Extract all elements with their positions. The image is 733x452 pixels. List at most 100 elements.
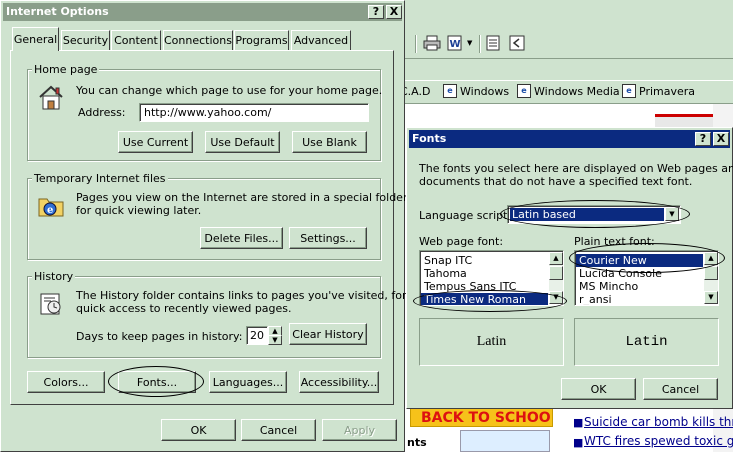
ie-page-icon: e xyxy=(622,84,636,98)
link-windows[interactable]: e Windows xyxy=(443,82,509,100)
messenger-icon[interactable] xyxy=(509,34,525,52)
list-item[interactable]: Lucida Console xyxy=(576,267,703,280)
ok-button[interactable]: OK xyxy=(161,419,236,441)
title-bar[interactable]: Internet Options ? X xyxy=(3,3,402,21)
cancel-button[interactable]: Cancel xyxy=(241,419,316,441)
close-button[interactable]: X xyxy=(386,5,402,19)
fonts-title-bar[interactable]: Fonts ? X xyxy=(409,130,730,148)
plain-preview-text: Latin xyxy=(625,334,668,350)
temp-files-line1: Pages you view on the Internet are store… xyxy=(76,191,408,204)
history-icon xyxy=(40,293,61,315)
chevron-up-icon[interactable]: ▲ xyxy=(549,252,563,265)
use-blank-button[interactable]: Use Blank xyxy=(292,131,367,153)
tab-programs[interactable]: Programs xyxy=(234,30,289,50)
list-item[interactable]: Snap ITC xyxy=(421,254,548,267)
bullet-icon: ■ xyxy=(573,416,584,429)
web-font-preview: Latin xyxy=(419,318,564,366)
home-page-description: You can change which page to use for you… xyxy=(76,84,383,97)
tab-general[interactable]: General xyxy=(12,27,59,51)
ie-page-icon: e xyxy=(517,84,531,98)
language-script-label: Language script: xyxy=(419,209,512,222)
plain-font-scrollbar[interactable]: ▲ ▼ xyxy=(704,252,718,304)
colors-button[interactable]: Colors... xyxy=(27,371,105,393)
close-button[interactable]: X xyxy=(713,132,729,146)
list-item[interactable]: MS Mincho xyxy=(576,280,703,293)
fonts-desc-line1: The fonts you select here are displayed … xyxy=(419,162,733,175)
discuss-icon[interactable] xyxy=(485,34,501,52)
link-windows-media[interactable]: e Windows Media xyxy=(517,82,620,100)
tab-security[interactable]: Security xyxy=(61,30,110,50)
delete-files-button[interactable]: Delete Files... xyxy=(200,227,283,249)
dialog-title: Internet Options xyxy=(6,5,109,18)
clear-history-button[interactable]: Clear History xyxy=(289,323,367,345)
use-current-button[interactable]: Use Current xyxy=(118,131,193,153)
edit-word-icon[interactable]: W xyxy=(447,34,465,52)
ie-page-icon: e xyxy=(443,84,457,98)
temp-files-line2: for quick viewing later. xyxy=(76,204,202,217)
svg-text:e: e xyxy=(47,205,53,216)
chevron-down-icon[interactable]: ▼ xyxy=(467,39,472,47)
tab-advanced[interactable]: Advanced xyxy=(291,30,351,50)
scroll-thumb[interactable] xyxy=(549,266,563,280)
toolbar-separator xyxy=(415,35,417,53)
news-link-2[interactable]: WTC fires spewed toxic g xyxy=(584,434,733,448)
days-label: Days to keep pages in history: xyxy=(76,330,243,343)
link-label: Primavera xyxy=(639,84,696,98)
toolbar-separator xyxy=(479,35,481,53)
chevron-down-icon[interactable]: ▼ xyxy=(549,291,563,304)
news-link-1[interactable]: Suicide car bomb kills thr xyxy=(584,415,733,429)
chevron-down-icon[interactable]: ▼ xyxy=(704,291,718,304)
list-item[interactable]: Tempus Sans ITC xyxy=(421,280,548,293)
fonts-ok-button[interactable]: OK xyxy=(561,378,636,400)
help-button[interactable]: ? xyxy=(368,5,384,19)
fonts-cancel-button[interactable]: Cancel xyxy=(643,378,718,400)
settings-button[interactable]: Settings... xyxy=(289,227,367,249)
banner-sub-text: nts xyxy=(407,436,427,449)
chevron-up-icon[interactable]: ▲ xyxy=(704,252,718,265)
fonts-title: Fonts xyxy=(412,132,447,145)
list-item[interactable]: r_ansi xyxy=(576,293,703,305)
list-item-selected[interactable]: Courier New xyxy=(576,254,703,267)
list-item[interactable]: Tahoma xyxy=(421,267,548,280)
accessibility-button[interactable]: Accessibility... xyxy=(299,371,379,393)
address-value: http://www.yahoo.com/ xyxy=(144,106,272,119)
fonts-dialog: Fonts ? X The fonts you select here are … xyxy=(406,127,733,409)
help-button[interactable]: ? xyxy=(695,132,711,146)
scroll-thumb[interactable] xyxy=(704,266,718,280)
internet-options-dialog: Internet Options ? X General Security Co… xyxy=(0,0,408,452)
days-value: 20 xyxy=(250,329,264,342)
tab-connections[interactable]: Connections xyxy=(163,30,233,50)
days-stepper[interactable]: ▲ ▼ xyxy=(268,326,282,345)
laptop-thumbnail xyxy=(460,430,550,452)
list-item-selected[interactable]: Times New Roman xyxy=(421,293,548,305)
languages-button[interactable]: Languages... xyxy=(209,371,287,393)
bullet-icon: ■ xyxy=(573,436,584,449)
folder-ie-icon: e xyxy=(38,198,64,217)
use-default-button[interactable]: Use Default xyxy=(205,131,280,153)
fonts-desc-line2: documents that do not have a specified t… xyxy=(419,175,693,188)
history-label: History xyxy=(32,270,76,283)
history-line1: The History folder contains links to pag… xyxy=(76,289,407,302)
apply-button[interactable]: Apply xyxy=(322,419,397,441)
temp-files-label: Temporary Internet files xyxy=(32,172,168,185)
tab-content[interactable]: Content xyxy=(111,30,161,50)
plain-font-list[interactable]: Courier New Lucida Console MS Mincho r_a… xyxy=(574,250,719,306)
web-font-label: Web page font: xyxy=(419,235,504,248)
print-icon[interactable] xyxy=(423,35,441,51)
days-input[interactable]: 20 xyxy=(246,326,268,345)
chevron-down-icon[interactable]: ▼ xyxy=(268,335,282,345)
home-page-label: Home page xyxy=(32,63,100,76)
web-font-list[interactable]: Snap ITC Tahoma Tempus Sans ITC Times Ne… xyxy=(419,250,564,306)
language-value: Latin based xyxy=(512,208,576,221)
chevron-down-icon[interactable]: ▼ xyxy=(665,207,679,221)
web-font-scrollbar[interactable]: ▲ ▼ xyxy=(549,252,563,304)
banner-text: BACK TO SCHOOL xyxy=(421,410,553,426)
back-to-school-banner: BACK TO SCHOOL xyxy=(410,407,553,427)
fonts-button[interactable]: Fonts... xyxy=(118,371,196,393)
link-primavera[interactable]: e Primavera xyxy=(622,82,695,100)
address-input[interactable]: http://www.yahoo.com/ xyxy=(139,103,369,122)
web-preview-text: Latin xyxy=(476,334,507,349)
address-label: Address: xyxy=(78,106,126,119)
house-icon xyxy=(39,85,63,110)
language-script-select[interactable]: Latin based ▼ xyxy=(507,205,681,224)
